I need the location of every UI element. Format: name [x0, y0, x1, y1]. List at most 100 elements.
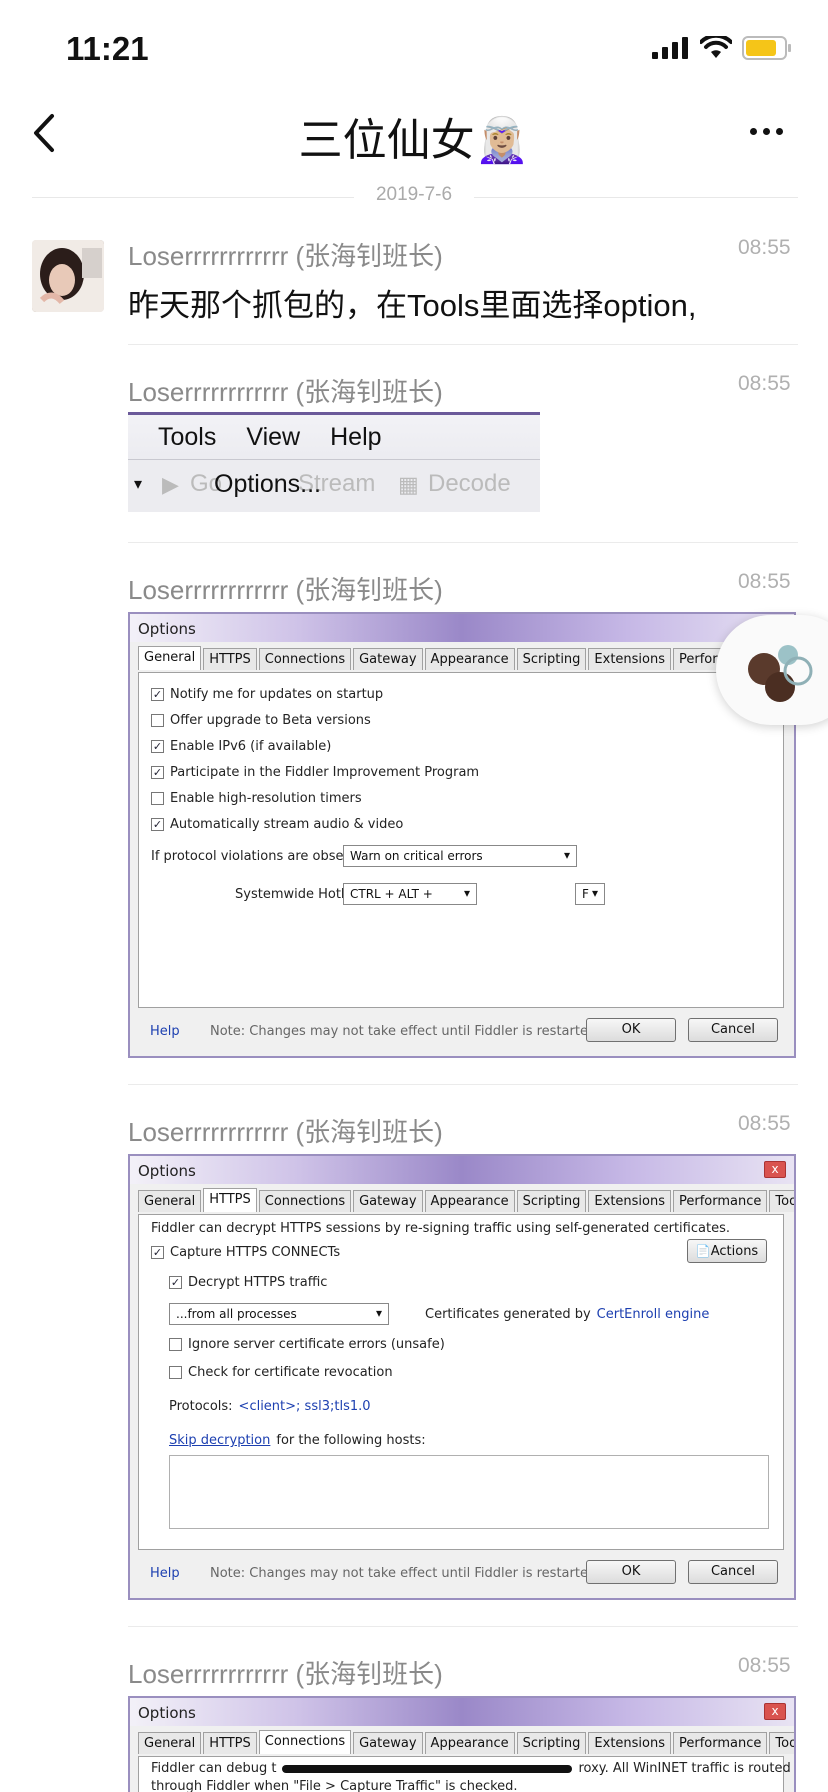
toolbar-row: ▾ ▶ Go Stream ▦ Decode Options... — [128, 459, 540, 512]
checkbox-unchecked — [169, 1338, 182, 1351]
toolbar-options: Options... — [214, 470, 321, 498]
check-row: ✓ Participate in the Fiddler Improvement … — [151, 765, 479, 780]
options-https-image[interactable]: Options x General HTTPS Connections Gatew… — [128, 1154, 796, 1600]
tab-general: General — [138, 1190, 202, 1212]
check-row: ✓ Decrypt HTTPS traffic — [169, 1275, 327, 1290]
cert-link: CertEnroll engine — [596, 1307, 710, 1322]
help-link: Help — [150, 1566, 180, 1581]
options-panel: ✓ Notify me for updates on startup Offer … — [138, 672, 784, 1008]
tab-https: HTTPS — [203, 648, 257, 670]
check-row: ✓ Enable IPv6 (if available) — [151, 739, 331, 754]
tab-strip: General HTTPS Connections Gateway Appear… — [138, 1730, 794, 1754]
avatar[interactable] — [32, 240, 104, 312]
message-divider — [128, 1084, 798, 1085]
menu-bar: Tools View Help — [128, 415, 540, 459]
check-label: Automatically stream audio & video — [170, 817, 404, 832]
tab-extensions: Extensions — [588, 1732, 672, 1754]
cert-info: Certificates generated by CertEnroll eng… — [425, 1307, 709, 1322]
check-label: Participate in the Fiddler Improvement P… — [170, 765, 480, 780]
check-label: Enable IPv6 (if available) — [170, 739, 332, 754]
options-panel: Fiddler can decrypt HTTPS sessions by re… — [138, 1214, 784, 1550]
checkbox-checked: ✓ — [169, 1276, 182, 1289]
protocol-select: Warn on critical errors — [343, 845, 577, 867]
check-label: Decrypt HTTPS traffic — [188, 1275, 328, 1290]
tab-extensions: Extensions — [588, 648, 672, 670]
ok-button: OK — [586, 1560, 676, 1584]
more-options-icon[interactable] — [750, 116, 794, 146]
message-sender: Loserrrrrrrrrrrr (张海钊班长) — [128, 575, 443, 605]
connections-line-1: Fiddler can debug t roxy. All WinINET tr… — [151, 1761, 791, 1776]
checkbox-unchecked — [169, 1366, 182, 1379]
wifi-icon — [700, 36, 732, 58]
options-general-image[interactable]: Options General HTTPS Connections Gatewa… — [128, 612, 796, 1058]
restart-note: Note: Changes may not take effect until … — [210, 1024, 601, 1039]
window-title-bar: Options x — [130, 1156, 794, 1184]
close-icon: x — [764, 1161, 786, 1178]
tab-scripting: Scripting — [516, 648, 587, 670]
decode-icon: ▦ — [398, 472, 419, 497]
message-divider — [128, 542, 798, 543]
message-text[interactable]: 昨天那个抓包的，在Tools里面选择option, — [128, 280, 696, 325]
close-icon: x — [764, 1703, 786, 1720]
message-sender: Loserrrrrrrrrrrr (张海钊班长) — [128, 1659, 443, 1689]
options-panel: Fiddler can debug t roxy. All WinINET tr… — [138, 1756, 791, 1792]
connections-line-start: Fiddler can debug t — [151, 1761, 277, 1776]
chat-title-text: 三位仙女 — [298, 116, 475, 165]
checkbox-unchecked — [151, 792, 164, 805]
checkbox-checked: ✓ — [151, 740, 164, 753]
https-intro: Fiddler can decrypt HTTPS sessions by re… — [151, 1221, 730, 1236]
skip-rest: for the following hosts: — [276, 1433, 426, 1448]
check-row: ✓ Automatically stream audio & video — [151, 817, 403, 832]
check-label: Ignore server certificate errors (unsafe… — [188, 1337, 445, 1352]
tab-performance: Performance — [673, 1190, 768, 1212]
options-connections-image[interactable]: Options x General HTTPS Connections Gatew… — [128, 1696, 796, 1792]
check-label: Check for certificate revocation — [188, 1365, 393, 1380]
message-time: 08:55 — [738, 372, 791, 395]
tab-connections: Connections — [258, 648, 352, 670]
tab-tools: Tools — [769, 1732, 794, 1754]
floating-window-bubble[interactable] — [716, 615, 828, 725]
message-sender: Loserrrrrrrrrrrr (张海钊班长) — [128, 241, 443, 271]
check-label: Offer upgrade to Beta versions — [170, 713, 371, 728]
message-time: 08:55 — [738, 570, 791, 593]
ok-button: OK — [586, 1018, 676, 1042]
menu-help: Help — [330, 422, 382, 451]
date-label: 2019-7-6 — [354, 184, 474, 206]
tab-strip: General HTTPS Connections Gateway Appear… — [138, 1188, 794, 1212]
hosts-textarea — [169, 1455, 769, 1529]
tab-appearance: Appearance — [424, 648, 515, 670]
tab-connections: Connections — [258, 1730, 352, 1754]
checkbox-checked: ✓ — [151, 818, 164, 831]
tab-performance: Performance — [673, 1732, 768, 1754]
hotkey-select: CTRL + ALT + — [343, 883, 477, 905]
message-divider — [128, 1626, 798, 1627]
process-select: ...from all processes — [169, 1303, 389, 1325]
skip-row: Skip decryption for the following hosts: — [169, 1433, 426, 1448]
tab-extensions: Extensions — [588, 1190, 672, 1212]
window-title: Options — [138, 620, 196, 638]
cancel-button: Cancel — [688, 1018, 778, 1042]
menu-screenshot-image[interactable]: Tools View Help ▾ ▶ Go Stream ▦ Decode O… — [128, 412, 540, 512]
checkbox-checked: ✓ — [151, 766, 164, 779]
redaction-scribble — [282, 1764, 573, 1773]
toolbar-decode: Decode — [428, 470, 511, 497]
checkbox-checked: ✓ — [151, 688, 164, 701]
tab-gateway: Gateway — [353, 648, 423, 670]
message-divider — [128, 344, 798, 345]
check-label: Enable high-resolution timers — [170, 791, 362, 806]
menu-view: View — [246, 422, 301, 451]
tab-general: General — [138, 1732, 202, 1754]
connections-line-2: through Fiddler when "File > Capture Tra… — [151, 1779, 518, 1792]
menu-tools: Tools — [158, 422, 217, 451]
cert-prefix: Certificates generated by — [425, 1307, 591, 1322]
tab-gateway: Gateway — [353, 1732, 423, 1754]
message-sender: Loserrrrrrrrrrrr (张海钊班长) — [128, 1117, 443, 1147]
check-row: Check for certificate revocation — [169, 1365, 393, 1380]
battery-icon — [742, 36, 791, 60]
tab-strip: General HTTPS Connections Gateway Appear… — [138, 646, 769, 670]
tab-gateway: Gateway — [353, 1190, 423, 1212]
check-row: Offer upgrade to Beta versions — [151, 713, 371, 728]
actions-button: 📄Actions — [687, 1239, 767, 1263]
fairy-emoji-icon: 🧝🏼‍♀️ — [474, 116, 530, 165]
checkbox-unchecked — [151, 714, 164, 727]
